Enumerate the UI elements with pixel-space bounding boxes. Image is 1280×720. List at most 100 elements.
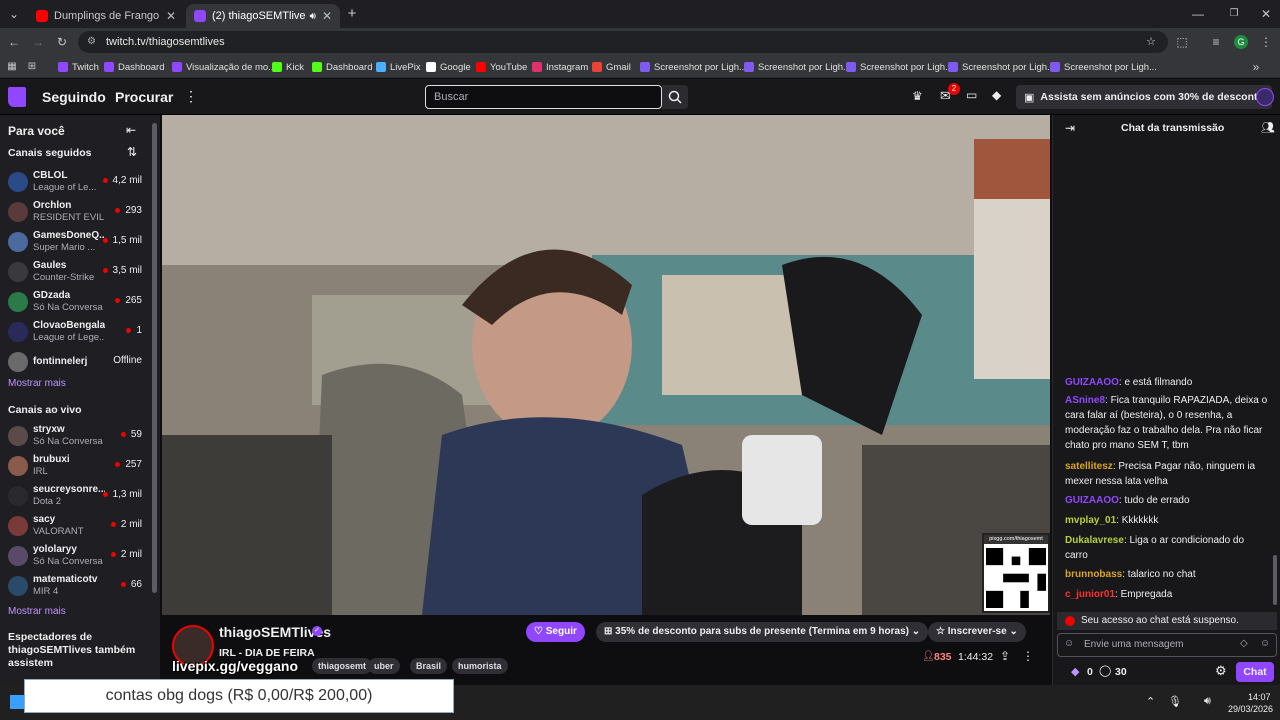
bookmark-item[interactable]: Screenshot por Ligh... [846,59,953,75]
mic-icon[interactable]: 🎙︎ [1168,695,1182,708]
chat-username[interactable]: Dukalavrese [1065,535,1124,546]
bookmark-item[interactable]: Visualização de mo... [172,59,276,75]
chat-username[interactable]: GUIZAAOO [1065,377,1119,388]
sidebar-live-channel[interactable]: yololaryy Só Na Conversa 2 mil [0,541,152,571]
stream-tag[interactable]: Brasil [410,658,448,674]
search-button[interactable] [662,85,688,109]
chat-settings-icon[interactable]: ⚙ [1215,663,1227,679]
adfree-button[interactable]: ▣ Assista sem anúncios com 30% de descon… [1016,85,1272,109]
tab-search-icon[interactable]: ⌄ [4,4,24,24]
sidebar-followed-channel[interactable]: fontinnelerj Offline [0,347,152,377]
bookmark-star-icon[interactable]: ☆ [1146,31,1156,53]
whispers-icon[interactable]: ▭ [966,88,977,102]
minimize-icon[interactable]: — [1188,4,1208,24]
forward-icon[interactable]: → [28,32,48,52]
search-input[interactable]: Buscar [425,85,662,109]
chat-username[interactable]: brunnobass [1065,569,1122,580]
apps-icon[interactable]: ▦ [2,57,22,77]
sidebar-followed-channel[interactable]: CBLOL League of Le... 4,2 mil [0,167,152,197]
bits-icon[interactable]: ◆ [992,88,1001,102]
browser-tab-active[interactable]: (2) thiagoSEMTlives - Twitch 🔊︎ ✕ [186,4,340,28]
chat-users-icon[interactable]: 👥︎ [1261,121,1275,134]
sidebar-live-channel[interactable]: sacy VALORANT 2 mil [0,511,152,541]
smiley-icon[interactable]: ☺ [1260,638,1270,649]
channel-points-icon[interactable]: ◯ [1099,664,1111,677]
close-tab-icon[interactable]: ✕ [322,9,332,23]
sidebar-followed-channel[interactable]: ClovaoBengala League of Lege... 1 [0,317,152,347]
sidebar-live-channel[interactable]: brubuxi IRL 257 [0,451,152,481]
bookmark-item[interactable]: Screenshot por Ligh... [948,59,1055,75]
sidebar-scrollbar[interactable] [152,123,157,593]
chat-scrollbar[interactable] [1273,555,1277,605]
bookmark-item[interactable]: Dashboard [104,59,164,75]
share-icon[interactable]: ⇪ [1000,649,1010,663]
close-window-icon[interactable]: ✕ [1256,4,1276,24]
browser-tab[interactable]: Dumplings de Frango com BBQ ✕ [28,4,184,28]
bookmark-item[interactable]: Google [426,59,471,75]
sidebar-followed-channel[interactable]: GDzada Só Na Conversa 265 [0,287,152,317]
close-tab-icon[interactable]: ✕ [166,9,176,23]
sidebar-live-channel[interactable]: seucreysonre... Dota 2 1,3 mil [0,481,152,511]
follow-button[interactable]: ♡ Seguir [526,622,585,642]
clock-time[interactable]: 14:07 [1248,692,1271,702]
back-icon[interactable]: ← [4,32,24,52]
bookmark-item[interactable]: Kick [272,59,304,75]
bookmark-item[interactable]: LivePix [376,59,421,75]
more-options-icon[interactable]: ⋮ [1022,649,1034,663]
subscribe-button[interactable]: ☆ Inscrever-se ⌄ [928,622,1026,642]
stream-tag[interactable]: uber [368,658,400,674]
sidebar-live-channel[interactable]: matematicotv MIR 4 66 [0,571,152,601]
chat-username[interactable]: ASnine8 [1065,395,1105,406]
more-bookmarks-icon[interactable]: » [1246,57,1266,77]
nav-following[interactable]: Seguindo [42,89,106,105]
media-icon[interactable]: ≡ [1206,32,1226,52]
volume-icon[interactable]: 🔊︎ [1204,695,1211,708]
bits-input-icon[interactable]: ◇ [1240,638,1248,649]
reload-icon[interactable]: ↻ [52,32,72,52]
speaker-icon[interactable]: 🔊︎ [310,11,316,22]
tray-chevron-icon[interactable]: ⌃ [1146,695,1155,708]
collapse-chat-icon[interactable]: ⇥ [1065,121,1075,135]
bookmark-item[interactable]: Dashboard [312,59,372,75]
clock-date[interactable]: 29/03/2026 [1228,704,1273,714]
sidebar-followed-channel[interactable]: Gaules Counter-Strike 3,5 mil [0,257,152,287]
new-tab-icon[interactable]: + [342,4,362,24]
profile-avatar[interactable]: G [1234,35,1248,49]
emote-picker-icon[interactable]: ☺ [1064,638,1074,649]
chat-send-button[interactable]: Chat [1236,662,1274,682]
chrome-menu-icon[interactable]: ⋮ [1256,32,1276,52]
gift-promo-button[interactable]: ⊞ 35% de desconto para subs de presente … [596,622,929,642]
bookmark-item[interactable]: Screenshot por Ligh... [640,59,747,75]
bookmark-item[interactable]: Screenshot por Ligh... [1050,59,1157,75]
nav-browse[interactable]: Procurar [115,89,173,105]
user-avatar[interactable] [1256,88,1274,106]
collapse-sidebar-icon[interactable]: ⇤ [126,123,136,137]
stream-tag[interactable]: thiagosemt [312,658,373,674]
bookmark-item[interactable]: Gmail [592,59,631,75]
sidebar-live-channel[interactable]: stryxw Só Na Conversa 59 [0,421,152,451]
stream-tag[interactable]: humorista [452,658,508,674]
extensions-icon[interactable]: ⬚ [1172,32,1192,52]
windows-start-icon[interactable] [10,695,24,709]
chat-username[interactable]: mvplay_01 [1065,515,1116,526]
site-info-icon[interactable]: ⚙ [87,31,96,53]
restore-icon[interactable]: ❐ [1224,4,1244,24]
chat-username[interactable]: satellitesz [1065,461,1113,472]
tab-groups-icon[interactable]: ⊞ [22,57,42,77]
more-options-icon[interactable]: ⋮ [184,88,198,105]
crown-icon[interactable]: ♛ [912,89,923,103]
url-field[interactable]: ⚙ twitch.tv/thiagosemtlives ☆ [78,31,1168,53]
twitch-logo-icon[interactable] [8,87,26,107]
bookmark-item[interactable]: Screenshot por Ligh... [744,59,851,75]
chat-username[interactable]: GUIZAAOO [1065,495,1119,506]
chat-username[interactable]: c_junior01 [1065,589,1115,600]
chat-input[interactable]: ☺ Envie uma mensagem ◇ ☺ [1057,633,1277,657]
show-more-live[interactable]: Mostrar mais [8,606,66,617]
bookmark-item[interactable]: Twitch [58,59,99,75]
sort-icon[interactable]: ⇅ [127,145,137,159]
bookmark-item[interactable]: YouTube [476,59,527,75]
sidebar-followed-channel[interactable]: Orchlon RESIDENT EVIL... 293 [0,197,152,227]
sidebar-followed-channel[interactable]: GamesDoneQ... Super Mario ... 1,5 mil [0,227,152,257]
video-player[interactable]: pixgg.com/thiagosemt [162,115,1050,615]
show-more-followed[interactable]: Mostrar mais [8,378,66,389]
